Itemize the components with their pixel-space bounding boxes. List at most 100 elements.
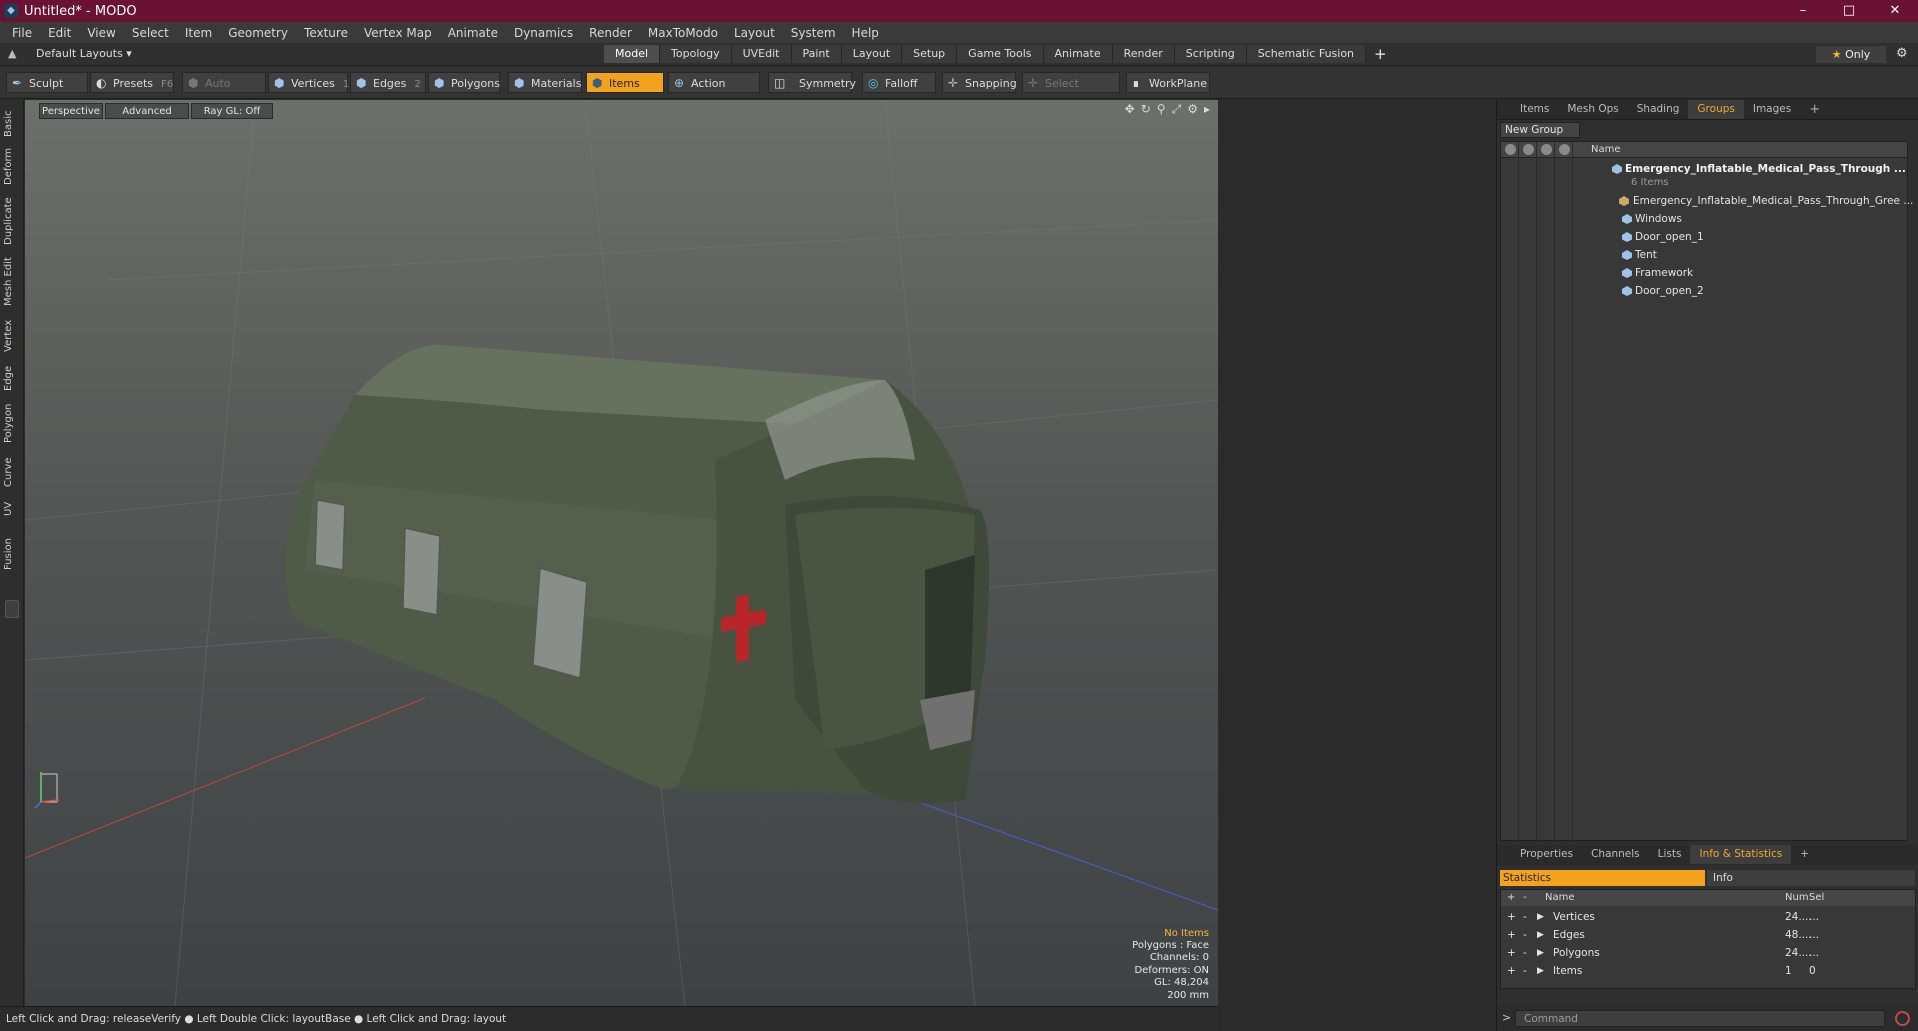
menu-file[interactable]: File: [4, 26, 40, 40]
record-icon[interactable]: [1895, 1011, 1910, 1026]
remove-icon[interactable]: -: [1523, 944, 1527, 962]
collapse-all-icon[interactable]: -: [1523, 890, 1527, 906]
fit-icon[interactable]: ⤢: [1172, 102, 1182, 117]
presets-button[interactable]: ◐ Presets F6: [90, 72, 174, 93]
menu-vertex-map[interactable]: Vertex Map: [356, 26, 440, 40]
tab-deform[interactable]: Deform: [3, 146, 21, 186]
zoom-icon[interactable]: ⚲: [1157, 102, 1166, 117]
minimize-button[interactable]: –: [1780, 0, 1826, 22]
tab-setup[interactable]: Setup: [902, 45, 958, 63]
list-item[interactable]: Emergency_Inflatable_Medical_Pass_Throug…: [1501, 192, 1913, 210]
tab-info-statistics[interactable]: Info & Statistics: [1690, 845, 1792, 864]
auto-select-button[interactable]: ⬢ Auto Select: [182, 72, 266, 111]
tab-statistics[interactable]: Statistics: [1500, 870, 1705, 886]
snapping-button[interactable]: ✛ Snapping: [942, 72, 1017, 93]
tab-fusion[interactable]: Fusion: [3, 534, 21, 574]
table-row[interactable]: + - ▶ Vertices 24.... ...: [1501, 908, 1915, 926]
command-input[interactable]: [1515, 1010, 1885, 1027]
menu-select[interactable]: Select: [124, 26, 177, 40]
menu-view[interactable]: View: [79, 26, 123, 40]
add-tab-button[interactable]: +: [1366, 45, 1395, 63]
menu-edit[interactable]: Edit: [40, 26, 79, 40]
select-header-icon[interactable]: [1559, 144, 1570, 155]
toggle-panel-button[interactable]: [5, 600, 19, 618]
list-item[interactable]: Windows: [1501, 210, 1907, 228]
list-item[interactable]: Door_open_1: [1501, 228, 1907, 246]
menu-texture[interactable]: Texture: [296, 26, 356, 40]
menu-system[interactable]: System: [783, 26, 844, 40]
expand-all-icon[interactable]: +: [1507, 890, 1515, 906]
add-panel-tab-button[interactable]: +: [1791, 845, 1818, 864]
tab-animate[interactable]: Animate: [1043, 45, 1113, 63]
maximize-button[interactable]: □: [1826, 0, 1872, 22]
layout-select[interactable]: Default Layouts ▾: [36, 47, 132, 60]
menu-layout[interactable]: Layout: [726, 26, 783, 40]
tab-shading[interactable]: Shading: [1628, 100, 1689, 119]
remove-icon[interactable]: -: [1523, 926, 1527, 944]
list-item[interactable]: Door_open_2: [1501, 282, 1907, 300]
tab-items[interactable]: Items: [1511, 100, 1558, 119]
menu-animate[interactable]: Animate: [440, 26, 506, 40]
workplane-button[interactable]: ∎ WorkPlane: [1126, 72, 1210, 93]
tab-images[interactable]: Images: [1744, 100, 1800, 119]
menu-item[interactable]: Item: [177, 26, 220, 40]
tab-groups[interactable]: Groups: [1688, 100, 1744, 119]
expand-arrow-icon[interactable]: ▶: [1537, 944, 1544, 962]
list-item[interactable]: Framework: [1501, 264, 1907, 282]
list-item[interactable]: Tent: [1501, 246, 1907, 264]
items-button[interactable]: ⬢ Items: [586, 72, 664, 93]
expand-arrow-icon[interactable]: ▶: [1537, 908, 1544, 926]
tab-uv[interactable]: UV: [3, 498, 21, 520]
remove-icon[interactable]: -: [1523, 908, 1527, 926]
viewport-settings-icon[interactable]: ⚙: [1187, 102, 1198, 117]
edges-button[interactable]: ⬢ Edges 2: [350, 72, 426, 93]
materials-button[interactable]: ⬢ Materials: [508, 72, 582, 93]
visibility-header-icon[interactable]: [1505, 144, 1516, 155]
shading-mode-button[interactable]: Advanced: [105, 103, 189, 119]
tab-basic[interactable]: Basic: [3, 106, 21, 142]
action-center-button[interactable]: ⊕ Action Center: [668, 72, 760, 111]
tab-polygon[interactable]: Polygon: [3, 400, 21, 446]
table-row[interactable]: + - ▶ Edges 48.... ...: [1501, 926, 1915, 944]
3d-viewport[interactable]: Perspective Advanced Ray GL: Off ✥ ↻ ⚲ ⤢…: [25, 100, 1218, 1006]
select-through-button[interactable]: ✛ Select Through: [1022, 72, 1120, 111]
view-perspective-button[interactable]: Perspective: [39, 103, 103, 119]
only-button[interactable]: ★ Only: [1816, 46, 1886, 63]
tab-schematic-fusion[interactable]: Schematic Fusion: [1246, 45, 1367, 63]
tab-scripting[interactable]: Scripting: [1174, 45, 1247, 63]
add-icon[interactable]: +: [1507, 926, 1516, 944]
tab-curve[interactable]: Curve: [3, 454, 21, 490]
lock-header-icon[interactable]: [1541, 144, 1552, 155]
tab-properties[interactable]: Properties: [1511, 845, 1582, 864]
tab-mesh-ops[interactable]: Mesh Ops: [1558, 100, 1627, 119]
layout-collapse-icon[interactable]: ▲: [8, 47, 16, 60]
expand-arrow-icon[interactable]: ▶: [1537, 926, 1544, 944]
render-header-icon[interactable]: [1523, 144, 1534, 155]
sculpt-button[interactable]: ✒ Sculpt: [6, 72, 88, 93]
add-icon[interactable]: +: [1507, 962, 1516, 980]
tab-edge[interactable]: Edge: [3, 362, 21, 394]
menu-dynamics[interactable]: Dynamics: [506, 26, 581, 40]
menu-render[interactable]: Render: [581, 26, 640, 40]
table-row[interactable]: + - ▶ Items 1 0: [1501, 962, 1915, 980]
menu-maxtomodo[interactable]: MaxToModo: [640, 26, 726, 40]
tab-layout[interactable]: Layout: [841, 45, 903, 63]
add-icon[interactable]: +: [1507, 908, 1516, 926]
symmetry-button[interactable]: ◫ Symmetry: [768, 72, 856, 93]
gear-icon[interactable]: ⚙: [1896, 46, 1908, 61]
tab-render[interactable]: Render: [1112, 45, 1175, 63]
add-panel-tab-button[interactable]: +: [1800, 100, 1829, 119]
menu-geometry[interactable]: Geometry: [220, 26, 296, 40]
tab-info[interactable]: Info: [1707, 870, 1915, 886]
remove-icon[interactable]: -: [1523, 962, 1527, 980]
rotate-icon[interactable]: ↻: [1141, 102, 1151, 117]
close-button[interactable]: ✕: [1872, 0, 1918, 22]
pan-icon[interactable]: ✥: [1125, 102, 1135, 117]
new-group-button[interactable]: New Group: [1500, 122, 1580, 138]
tab-topology[interactable]: Topology: [660, 45, 732, 63]
vertices-button[interactable]: ⬢ Vertices 1: [268, 72, 349, 93]
table-row[interactable]: + - ▶ Polygons 24.... ...: [1501, 944, 1915, 962]
tab-duplicate[interactable]: Duplicate: [3, 196, 21, 246]
menu-help[interactable]: Help: [844, 26, 887, 40]
tab-paint[interactable]: Paint: [791, 45, 842, 63]
